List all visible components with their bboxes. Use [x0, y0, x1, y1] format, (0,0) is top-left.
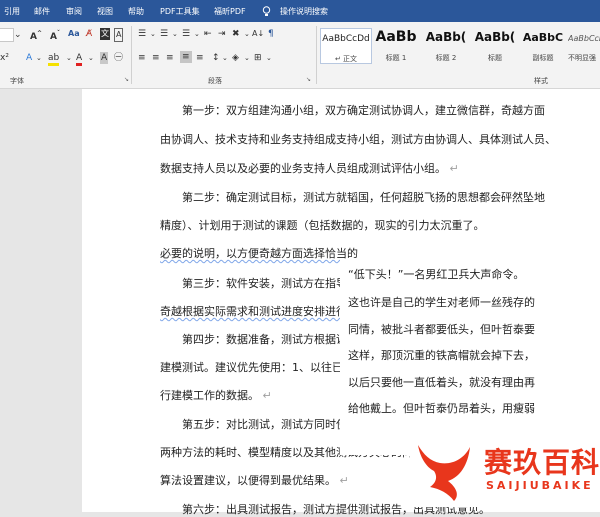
enclose-char-icon[interactable]: ㊀ — [114, 52, 123, 64]
chinese-layout-icon[interactable]: ✖ — [232, 28, 240, 40]
doc-line: 由协调人、技术支持和业务支持组成支持小组，测试方由协调人、具体测试人员、 — [160, 133, 556, 146]
chevron-down-icon[interactable]: ⌄ — [150, 28, 156, 40]
justify-icon[interactable]: ≡ — [180, 51, 192, 63]
chevron-down-icon[interactable]: ⌄ — [222, 52, 228, 64]
canvas-margin — [0, 89, 82, 512]
group-divider — [131, 26, 132, 84]
doc-line: 必要的说明，以方便奇越方面选择恰当的 — [160, 247, 358, 260]
chevron-down-icon[interactable]: ⌄ — [66, 52, 72, 64]
group-divider — [316, 26, 317, 84]
doc-line: 奇越根据实际需求和测试进度安排进行 — [160, 305, 347, 318]
style-subtitle[interactable]: AaBbC 副标题 — [520, 28, 566, 62]
overlay-line: 这样，那顶沉重的铁高帽就会掉下去， — [348, 349, 535, 362]
highlight-icon[interactable]: ab — [48, 52, 60, 66]
doc-line: 算法设置建议，以便得到最优结果。 ↵ — [160, 474, 349, 487]
doc-line: 第四步：数据准备，测试方根据课题 — [182, 333, 358, 346]
style-heading-2[interactable]: AaBb( 标题 2 — [422, 28, 470, 62]
shading-icon[interactable]: ◈ — [232, 52, 239, 64]
chevron-down-icon[interactable]: ⌄ — [36, 52, 42, 64]
doc-line: 数据支持人员以及必要的业务支持人员组成测试评估小组。 ↵ — [160, 162, 459, 175]
align-center-icon[interactable]: ≡ — [152, 52, 160, 64]
menu-help[interactable]: 帮助 — [128, 6, 144, 17]
chevron-down-icon[interactable]: ⌄ — [172, 28, 178, 40]
paragraph-group-label: 段落 — [208, 77, 222, 85]
dialog-launcher-icon[interactable]: ↘ — [124, 76, 129, 83]
font-size-box[interactable] — [0, 28, 14, 42]
watermark: 赛玖百科 SAIJIUBAIKE — [410, 435, 599, 507]
align-right-icon[interactable]: ≡ — [166, 52, 174, 64]
overlay-line: 这也许是自己的学生对老师一丝残存的 — [348, 296, 535, 309]
chevron-down-icon[interactable]: ⌄ — [266, 52, 272, 64]
dialog-launcher-icon[interactable]: ↘ — [306, 76, 311, 83]
increase-indent-icon[interactable]: ⇥ — [218, 28, 226, 40]
char-border-icon[interactable]: A — [114, 28, 124, 42]
numbering-icon[interactable]: ☰ — [160, 28, 168, 40]
chevron-down-icon[interactable]: ⌄ — [244, 52, 250, 64]
overlay-text-panel: “低下头！”一名男红卫兵大声命令。 这也许是自己的学生对老师一丝残存的 同情，被… — [340, 259, 540, 455]
doc-line: 第三步：软件安装，测试方在指导下 — [182, 277, 358, 290]
menu-review[interactable]: 审阅 — [66, 6, 82, 17]
char-shading-icon[interactable]: A — [100, 52, 109, 64]
overlay-line: 给他戴上。但叶哲泰仍昂着头，用瘦弱 — [348, 402, 535, 415]
text-effects-icon[interactable]: A — [26, 52, 32, 64]
clear-format-icon[interactable]: A̸ — [86, 28, 92, 40]
tell-me-search[interactable]: 操作说明搜索 — [280, 6, 328, 17]
lightbulb-icon — [262, 6, 271, 19]
fox-tail-logo-icon — [418, 445, 470, 501]
shrink-font-icon[interactable]: Aˇ — [50, 28, 60, 43]
watermark-brand-cn: 赛玖百科 — [484, 446, 600, 479]
font-group-label: 字体 — [10, 77, 24, 85]
style-heading-1[interactable]: AaBb 标题 1 — [372, 28, 420, 62]
distribute-icon[interactable]: ≡ — [196, 52, 204, 64]
menu-pdf-tools[interactable]: PDF工具集 — [160, 6, 200, 17]
phonetic-icon[interactable]: 文 — [100, 28, 110, 40]
styles-group-label: 样式 — [534, 77, 548, 85]
bullets-icon[interactable]: ☰ — [138, 28, 146, 40]
doc-line: 建模测试。建议优先使用：1、以往已经 — [160, 361, 354, 374]
align-left-icon[interactable]: ≡ — [138, 52, 146, 64]
grow-font-icon[interactable]: A^ — [30, 28, 42, 43]
decrease-indent-icon[interactable]: ⇤ — [204, 28, 212, 40]
style-title[interactable]: AaBb( 标题 — [472, 28, 518, 62]
chevron-down-icon[interactable]: ⌄ — [244, 28, 250, 40]
menu-foxit-pdf[interactable]: 福昕PDF — [214, 6, 246, 17]
overlay-line: 同情，被批斗者都要低头，但叶哲泰要 — [348, 323, 535, 336]
doc-line: 第二步：确定测试目标，测试方就韬国，任何超脱飞扬的思想都会砰然坠地 — [182, 191, 545, 204]
watermark-brand-en: SAIJIUBAIKE — [486, 479, 594, 492]
borders-icon[interactable]: ⊞ — [254, 52, 262, 64]
doc-line: 第一步：双方组建沟通小组，双方确定测试协调人，建立微信群，奇越方面 — [182, 104, 545, 117]
menu-bar: 引用 邮件 审阅 视图 帮助 PDF工具集 福昕PDF 操作说明搜索 — [0, 0, 600, 22]
show-marks-icon[interactable]: ¶ — [268, 28, 274, 40]
menu-references[interactable]: 引用 — [4, 6, 20, 17]
multilevel-list-icon[interactable]: ☰ — [182, 28, 190, 40]
change-case-icon[interactable]: Aa — [68, 28, 80, 40]
chevron-down-icon[interactable]: ⌄ — [14, 29, 22, 41]
doc-line: 第五步：对比测试，测试方同时使用 — [182, 418, 358, 431]
menu-mailings[interactable]: 邮件 — [34, 6, 50, 17]
font-color-icon[interactable]: A — [76, 52, 83, 66]
menu-view[interactable]: 视图 — [97, 6, 113, 17]
chevron-down-icon[interactable]: ⌄ — [88, 52, 94, 64]
style-normal[interactable]: AaBbCcDd ↵ 正文 — [320, 28, 372, 64]
doc-line: 行建模工作的数据。 ↵ — [160, 389, 272, 402]
doc-line: 精度）、计划用于测试的课题（包括数据的，现实的引力太沉重了。 — [160, 219, 485, 232]
overlay-line: “低下头！”一名男红卫兵大声命令。 — [348, 268, 525, 281]
sort-icon[interactable]: A↓ — [252, 28, 264, 40]
line-spacing-icon[interactable]: ↕ — [212, 52, 220, 64]
style-subtle-emphasis[interactable]: AaBbCcDd 不明显强 — [568, 28, 600, 62]
ribbon: ⌄ A^ Aˇ Aa A̸ 文 A x² A ⌄ ab ⌄ A ⌄ A ㊀ 字体… — [0, 22, 600, 89]
overlay-line: 以后只要他一直低着头，就没有理由再 — [348, 376, 535, 389]
chevron-down-icon[interactable]: ⌄ — [194, 28, 200, 40]
superscript-icon[interactable]: x² — [0, 52, 9, 64]
